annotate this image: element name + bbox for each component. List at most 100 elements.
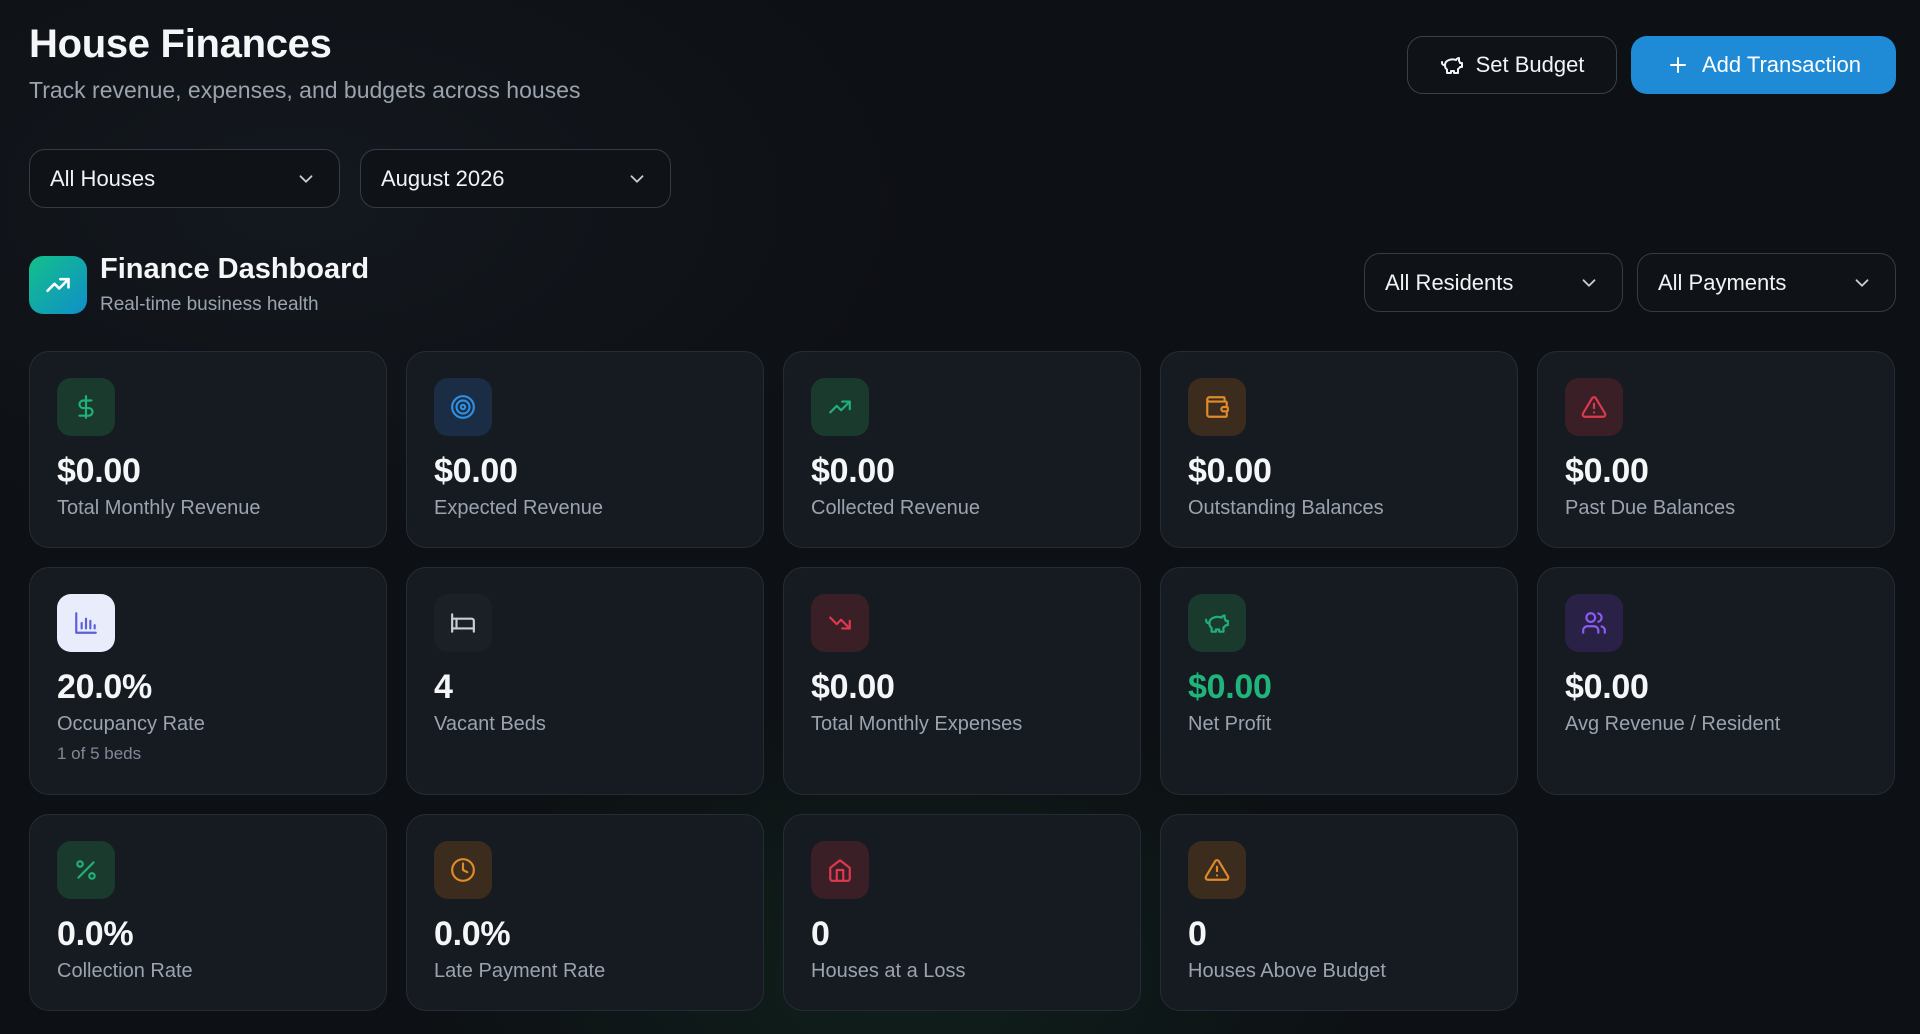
trending-down-icon: [829, 616, 851, 630]
metric-card-houses-above-budget: 0 Houses Above Budget: [1160, 814, 1518, 1011]
metric-card-total-monthly-revenue: $0.00 Total Monthly Revenue: [29, 351, 387, 548]
dashboard-filters: All Residents All Payments: [1364, 253, 1896, 312]
metric-icon-box: [1565, 378, 1623, 436]
piggy-bank-icon: [1205, 614, 1229, 633]
metric-value: 0.0%: [434, 915, 511, 953]
metric-value: $0.00: [1565, 668, 1649, 706]
metric-label: Vacant Beds: [434, 713, 546, 735]
dashboard-logo: [29, 255, 87, 314]
residents-select-value: All Residents: [1385, 269, 1514, 295]
metric-icon-box: [1565, 594, 1623, 652]
metric-icon-box: [434, 594, 492, 652]
metric-value: $0.00: [811, 452, 895, 490]
add-transaction-label: Add Transaction: [1702, 52, 1861, 77]
metric-icon-box: [57, 841, 115, 899]
chevron-down-icon: [299, 174, 313, 183]
metric-value: 20.0%: [57, 668, 152, 706]
metric-value: $0.00: [1565, 452, 1649, 490]
metric-value: $0.00: [1188, 668, 1272, 706]
metric-card-collection-rate: 0.0% Collection Rate: [29, 814, 387, 1011]
chevron-down-icon: [1582, 278, 1596, 287]
metric-label: Occupancy Rate: [57, 713, 205, 735]
metric-icon-box: [1188, 594, 1246, 652]
add-transaction-button[interactable]: Add Transaction: [1631, 36, 1896, 94]
dashboard-title: Finance Dashboard: [100, 253, 370, 285]
metric-card-vacant-beds: 4 Vacant Beds: [406, 567, 764, 795]
payments-select[interactable]: All Payments: [1637, 253, 1896, 312]
metric-card-occupancy-rate: 20.0% Occupancy Rate 1 of 5 beds: [29, 567, 387, 795]
metric-value: 0.0%: [57, 915, 134, 953]
house-select[interactable]: All Houses: [29, 149, 340, 208]
metric-label: Late Payment Rate: [434, 960, 606, 982]
metric-card-avg-revenue-resident: $0.00 Avg Revenue / Resident: [1537, 567, 1895, 795]
bed-icon: [451, 613, 475, 633]
house-icon: [829, 859, 851, 882]
month-select-value: August 2026: [381, 165, 505, 191]
dashboard-subtitle: Real-time business health: [100, 294, 319, 315]
chevron-down-icon: [1855, 278, 1869, 287]
metric-icon-box: [811, 378, 869, 436]
clock-icon: [451, 858, 475, 882]
metric-card-total-monthly-expenses: $0.00 Total Monthly Expenses: [783, 567, 1141, 795]
metric-label: Total Monthly Revenue: [57, 497, 261, 519]
target-icon: [451, 395, 475, 419]
metric-card-net-profit: $0.00 Net Profit: [1160, 567, 1518, 795]
metric-label: Outstanding Balances: [1188, 497, 1384, 519]
metric-card-houses-at-a-loss: 0 Houses at a Loss: [783, 814, 1141, 1011]
metric-icon-box: [57, 594, 115, 652]
house-select-value: All Houses: [50, 165, 156, 191]
chevron-down-icon: [630, 174, 644, 183]
metric-value: $0.00: [434, 452, 518, 490]
metric-sublabel: 1 of 5 beds: [57, 744, 142, 763]
metrics-grid: $0.00 Total Monthly Revenue $0.00 Expect…: [29, 351, 1895, 1011]
metric-label: Total Monthly Expenses: [811, 713, 1023, 735]
percent-icon: [76, 860, 96, 880]
metric-icon-box: [1188, 378, 1246, 436]
trending-up-icon: [46, 277, 70, 292]
header-actions: Set Budget Add Transaction: [1407, 36, 1896, 94]
set-budget-button[interactable]: Set Budget: [1407, 36, 1617, 94]
wallet-icon: [1206, 396, 1229, 418]
metric-label: Houses Above Budget: [1188, 960, 1386, 982]
metric-value: $0.00: [57, 452, 141, 490]
metric-label: Houses at a Loss: [811, 960, 966, 982]
metric-value: 0: [1188, 915, 1207, 953]
warning-icon: [1204, 859, 1230, 881]
page-subtitle: Track revenue, expenses, and budgets acr…: [29, 77, 581, 103]
metric-label: Avg Revenue / Resident: [1565, 713, 1781, 735]
metric-icon-box: [811, 594, 869, 652]
metric-card-outstanding-balances: $0.00 Outstanding Balances: [1160, 351, 1518, 548]
trending-up-icon: [829, 400, 851, 414]
metric-icon-box: [434, 378, 492, 436]
metric-value: 4: [434, 668, 453, 706]
dashboard-header: Finance Dashboard Real-time business hea…: [29, 253, 369, 316]
alert-triangle-icon: [1581, 396, 1607, 418]
metric-icon-box: [1188, 841, 1246, 899]
dollar-icon: [78, 395, 94, 419]
metric-icon-box: [434, 841, 492, 899]
metric-icon-box: [811, 841, 869, 899]
metric-label: Collection Rate: [57, 960, 193, 982]
metric-value: $0.00: [1188, 452, 1272, 490]
page-header: House Finances Track revenue, expenses, …: [29, 22, 580, 104]
metric-card-late-payment-rate: 0.0% Late Payment Rate: [406, 814, 764, 1011]
payments-select-value: All Payments: [1658, 269, 1787, 295]
metric-label: Expected Revenue: [434, 497, 604, 519]
set-budget-label: Set Budget: [1475, 52, 1585, 77]
metric-label: Collected Revenue: [811, 497, 980, 519]
plus-icon: [1670, 57, 1686, 73]
residents-select[interactable]: All Residents: [1364, 253, 1623, 312]
metric-value: 0: [811, 915, 830, 953]
metric-label: Past Due Balances: [1565, 497, 1736, 519]
metric-icon-box: [57, 378, 115, 436]
metric-value: $0.00: [811, 668, 895, 706]
filters-row: All Houses August 2026: [29, 149, 671, 208]
metric-card-collected-revenue: $0.00 Collected Revenue: [783, 351, 1141, 548]
bar-chart-icon: [75, 612, 97, 634]
metric-card-expected-revenue: $0.00 Expected Revenue: [406, 351, 764, 548]
month-select[interactable]: August 2026: [360, 149, 671, 208]
page-title: House Finances: [29, 22, 332, 66]
piggy-bank-icon: [1440, 57, 1463, 74]
metric-label: Net Profit: [1188, 713, 1272, 735]
metric-card-past-due-balances: $0.00 Past Due Balances: [1537, 351, 1895, 548]
